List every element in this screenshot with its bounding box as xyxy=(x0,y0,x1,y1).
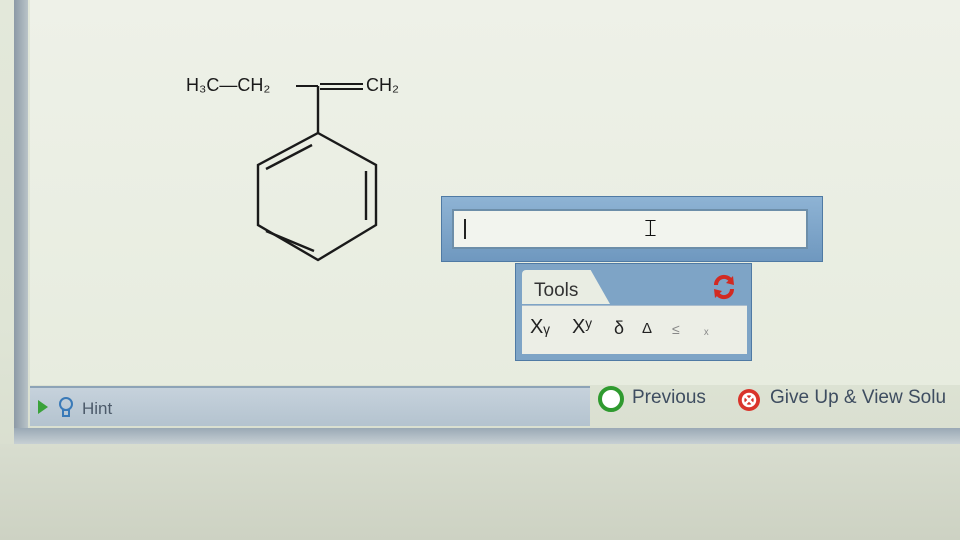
superscript-button[interactable]: Xʸ xyxy=(572,316,592,339)
substituent-right-label: CH₂ xyxy=(366,75,399,95)
hint-bar[interactable]: Hint xyxy=(30,386,590,426)
give-up-icon[interactable] xyxy=(736,387,762,413)
misc-button[interactable]: ₓ xyxy=(704,321,709,337)
lightbulb-icon xyxy=(59,397,73,417)
substituent-left-label: H₃C—CH₂ xyxy=(186,75,270,95)
expand-arrow-icon[interactable] xyxy=(38,400,48,414)
window-left-frame xyxy=(14,0,28,440)
answer-box: 𝙸 xyxy=(441,196,823,262)
benzene-ring xyxy=(256,131,378,262)
molecule-structure: H₃C—CH₂ CH₂ xyxy=(186,75,399,262)
nav-bar: Previous Give Up & View Solu xyxy=(590,382,960,418)
ibeam-cursor-icon: 𝙸 xyxy=(642,215,659,242)
tools-panel: Tools Xᵧ Xʸ δ Δ ≤ ₓ xyxy=(515,263,752,361)
previous-button[interactable]: Previous xyxy=(632,387,706,409)
give-up-button[interactable]: Give Up & View Solu xyxy=(770,387,946,409)
subscript-button[interactable]: Xᵧ xyxy=(530,316,550,339)
refresh-icon[interactable] xyxy=(710,273,738,301)
ring-double-bond-3 xyxy=(265,229,315,253)
hint-label[interactable]: Hint xyxy=(82,399,112,419)
tab-tools[interactable]: Tools xyxy=(522,270,610,304)
previous-circle-icon[interactable] xyxy=(598,386,624,412)
delta-lower-button[interactable]: δ xyxy=(614,318,624,339)
answer-input[interactable]: 𝙸 xyxy=(452,209,808,249)
content-panel xyxy=(30,0,960,385)
delta-upper-button[interactable]: Δ xyxy=(642,320,652,337)
less-equal-button[interactable]: ≤ xyxy=(672,321,680,337)
window-bottom-frame xyxy=(14,428,960,444)
tools-tab-label: Tools xyxy=(534,280,579,301)
tools-button-row: Xᵧ Xʸ δ Δ ≤ ₓ xyxy=(522,305,747,354)
lower-screen-area xyxy=(0,444,960,540)
text-caret xyxy=(464,219,466,239)
